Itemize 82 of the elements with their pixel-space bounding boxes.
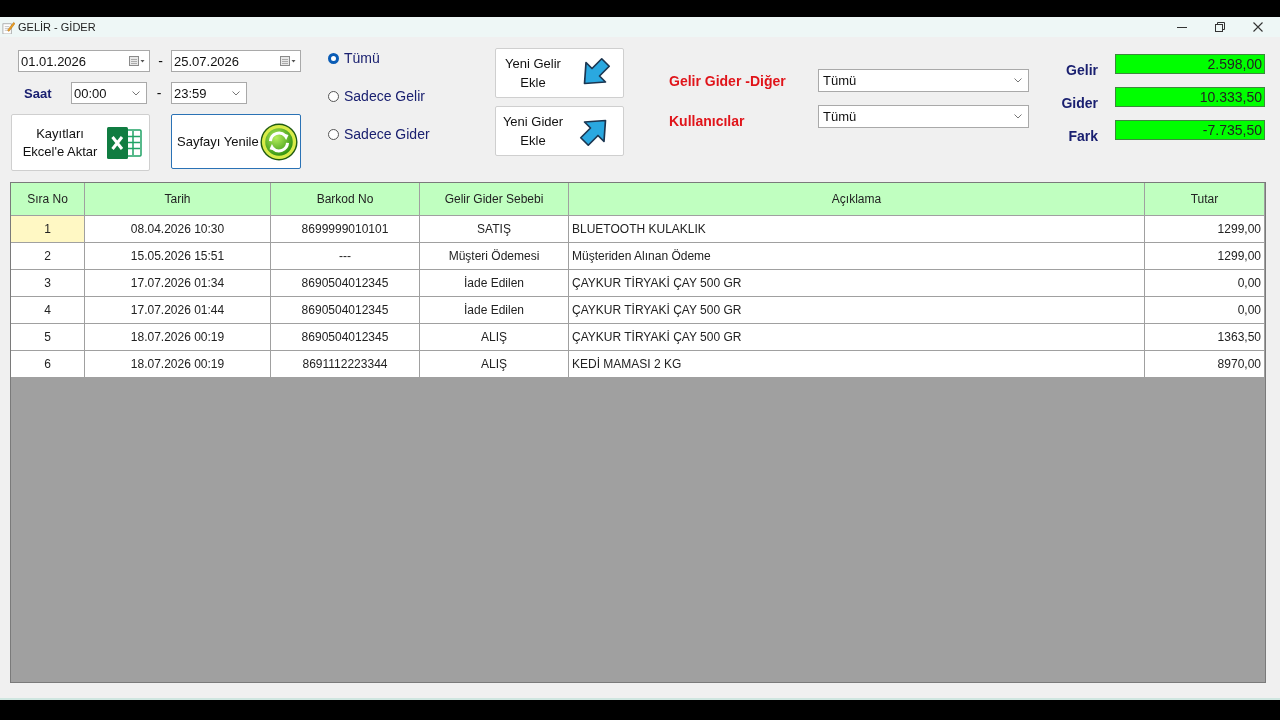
- table-cell: 8970,00: [1145, 351, 1265, 378]
- table-cell: 8699999010101: [271, 216, 420, 243]
- spreadsheet-icon: [106, 126, 142, 159]
- radio-label[interactable]: Sadece Gelir: [344, 88, 425, 104]
- calendar-icon[interactable]: [129, 56, 145, 66]
- time-dropdown[interactable]: 00:00: [71, 82, 147, 104]
- table-cell: Müşteri Ödemesi: [420, 243, 569, 270]
- table-cell: 2: [11, 243, 85, 270]
- total-label: Gelir: [1065, 61, 1099, 74]
- table-cell: 8691112223344: [271, 351, 420, 378]
- table-cell: ÇAYKUR TİRYAKİ ÇAY 500 GR: [569, 297, 1145, 324]
- table-cell: 18.07.2026 00:19: [85, 351, 271, 378]
- date-picker[interactable]: 01.01.2026: [18, 50, 150, 72]
- filter-label: Kullanıcılar: [669, 112, 746, 129]
- table-cell: KEDİ MAMASI 2 KG: [569, 351, 1145, 378]
- table-cell: 17.07.2026 01:44: [85, 297, 271, 324]
- table-cell: SATIŞ: [420, 216, 569, 243]
- table-cell: 8690504012345: [271, 324, 420, 351]
- radio-button[interactable]: [328, 128, 339, 140]
- add-income-button[interactable]: Yeni Gelir Ekle: [495, 48, 624, 98]
- table-cell: 3: [11, 270, 85, 297]
- chevron-down-icon[interactable]: [1014, 114, 1022, 119]
- date-picker[interactable]: 25.07.2026: [171, 50, 301, 72]
- table-cell: 1: [11, 216, 85, 243]
- table-cell: Müşteriden Alınan Ödeme: [569, 243, 1145, 270]
- table-cell: ---: [271, 243, 420, 270]
- table-cell: 0,00: [1145, 270, 1265, 297]
- notepad-icon: [2, 20, 15, 34]
- table-cell: 18.07.2026 00:19: [85, 324, 271, 351]
- table-cell: ALIŞ: [420, 351, 569, 378]
- table-cell: 8690504012345: [271, 270, 420, 297]
- refresh-button[interactable]: Sayfayı Yenile: [171, 114, 301, 169]
- total-value: 2.598,00: [1115, 54, 1265, 74]
- table-cell: ÇAYKUR TİRYAKİ ÇAY 500 GR: [569, 324, 1145, 351]
- chevron-down-icon[interactable]: [132, 90, 140, 96]
- radio-label[interactable]: Sadece Gider: [344, 126, 430, 142]
- filter-label: Gelir Gider -Diğer: [669, 72, 787, 89]
- add-expense-button[interactable]: Yeni Gider Ekle: [495, 106, 624, 156]
- column-header[interactable]: Tutar: [1145, 183, 1265, 216]
- table-cell: 1363,50: [1145, 324, 1265, 351]
- table-cell: İade Edilen: [420, 270, 569, 297]
- time-dropdown[interactable]: 23:59: [171, 82, 247, 104]
- table-cell: ÇAYKUR TİRYAKİ ÇAY 500 GR: [569, 270, 1145, 297]
- table-cell: 8690504012345: [271, 297, 420, 324]
- total-value: -7.735,50: [1115, 120, 1265, 140]
- filter-dropdown[interactable]: Tümü: [818, 69, 1029, 92]
- table-cell: BLUETOOTH KULAKLIK: [569, 216, 1145, 243]
- calendar-icon[interactable]: [280, 56, 296, 66]
- restore-icon[interactable]: [1215, 22, 1225, 32]
- table-cell: 1299,00: [1145, 216, 1265, 243]
- chevron-down-icon[interactable]: [232, 90, 240, 96]
- filter-dropdown[interactable]: Tümü: [818, 105, 1029, 128]
- window-title: GELİR - GİDER: [18, 21, 96, 33]
- radio-label[interactable]: Tümü: [344, 50, 380, 66]
- table-cell: ALIŞ: [420, 324, 569, 351]
- table-cell: 6: [11, 351, 85, 378]
- column-header[interactable]: Barkod No: [271, 183, 420, 216]
- range-dash: -: [155, 85, 163, 101]
- table-cell: 4: [11, 297, 85, 324]
- total-label: Gider: [1060, 94, 1099, 107]
- radio-button[interactable]: [328, 90, 339, 102]
- table-cell: 0,00: [1145, 297, 1265, 324]
- table-cell: 15.05.2026 15:51: [85, 243, 271, 270]
- range-dash: -: [157, 53, 164, 69]
- table-cell: İade Edilen: [420, 297, 569, 324]
- radio-button[interactable]: [328, 52, 339, 64]
- table-cell: 5: [11, 324, 85, 351]
- refresh-icon: [260, 122, 298, 161]
- column-header[interactable]: Tarih: [85, 183, 271, 216]
- column-header[interactable]: Sıra No: [11, 183, 85, 216]
- table-cell: 1299,00: [1145, 243, 1265, 270]
- total-label: Fark: [1067, 127, 1099, 140]
- minimize-icon[interactable]: [1177, 26, 1187, 28]
- time-label: Saat: [23, 85, 53, 101]
- close-icon[interactable]: [1253, 22, 1263, 32]
- chevron-down-icon[interactable]: [1014, 78, 1022, 83]
- column-header[interactable]: Açıklama: [569, 183, 1145, 216]
- table-cell: 17.07.2026 01:34: [85, 270, 271, 297]
- column-header[interactable]: Gelir Gider Sebebi: [420, 183, 569, 216]
- table-cell: 08.04.2026 10:30: [85, 216, 271, 243]
- total-value: 10.333,50: [1115, 87, 1265, 107]
- export-excel-button[interactable]: Kayıtları Ekcel'e Aktar: [11, 114, 150, 171]
